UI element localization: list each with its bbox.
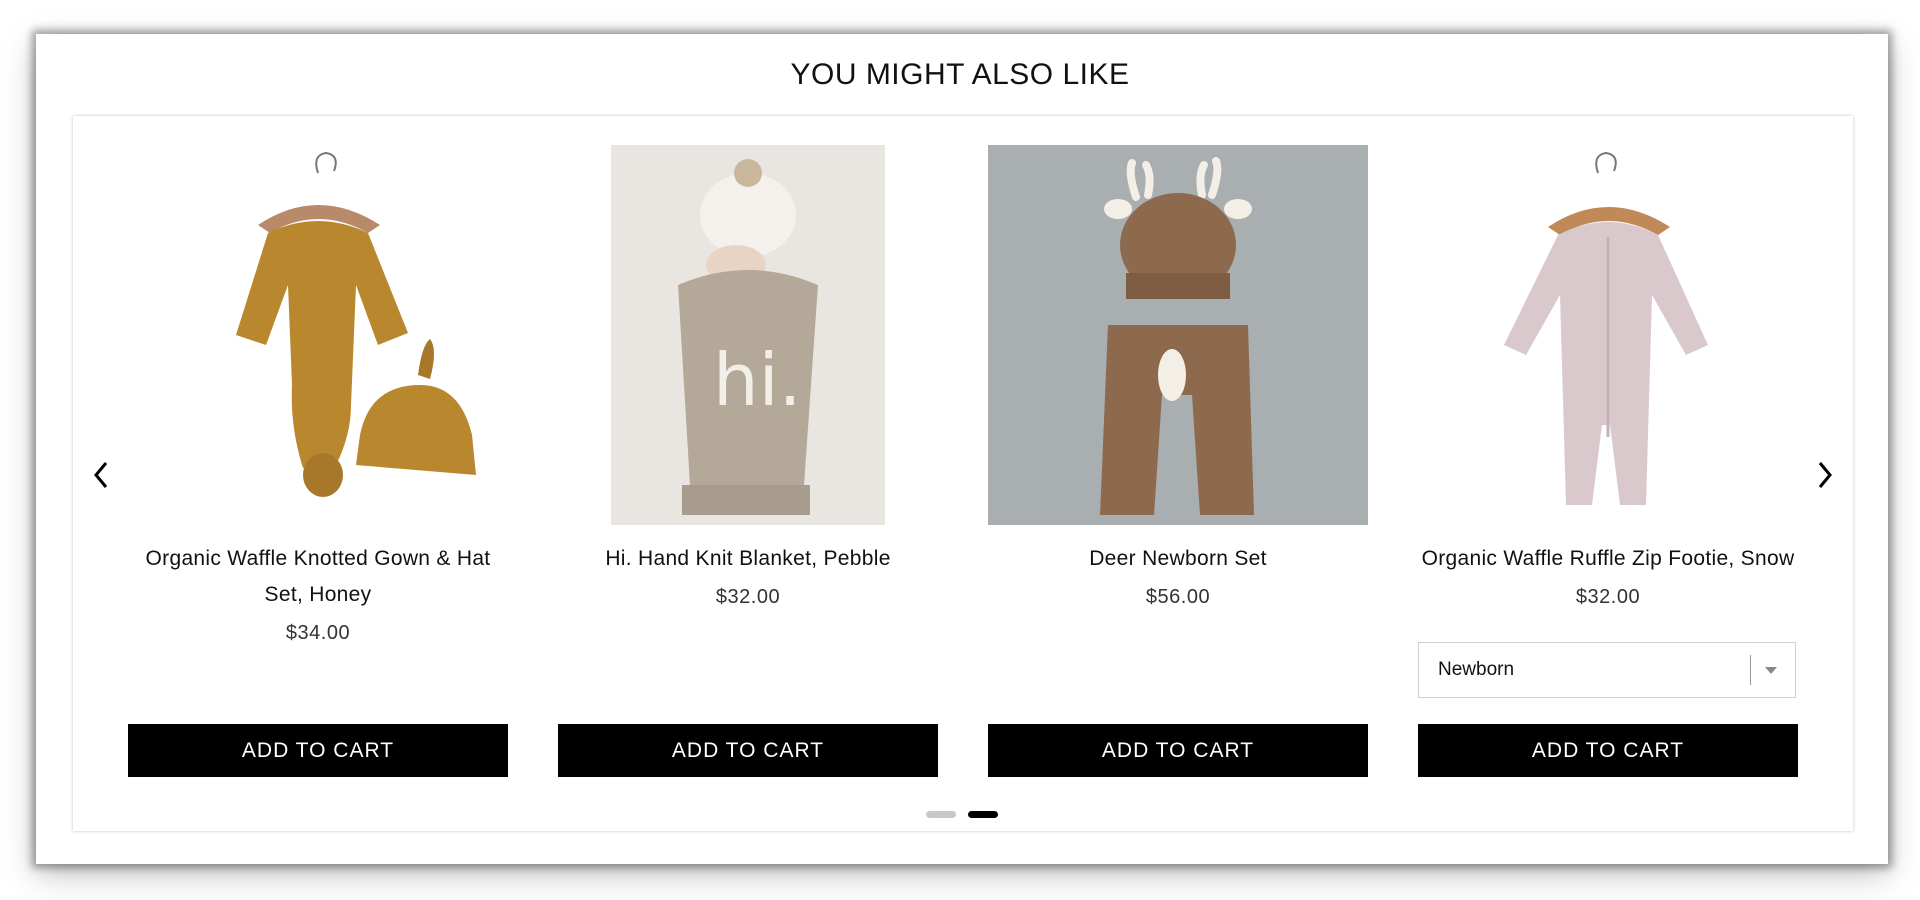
product-image[interactable]: hi. (558, 145, 938, 525)
svg-text:hi.: hi. (713, 338, 802, 422)
add-to-cart-button[interactable]: ADD TO CART (988, 724, 1368, 777)
product-price: $32.00 (1575, 586, 1641, 608)
select-divider (1750, 655, 1751, 685)
carousel-pagination (926, 811, 998, 818)
chevron-down-icon (1765, 666, 1777, 674)
product-card: hi. Hi. Hand Knit Blanket, Pebble $32.00… (558, 145, 938, 785)
product-card: Organic Waffle Ruffle Zip Footie, Snow $… (1418, 145, 1798, 785)
product-title[interactable]: Organic Waffle Ruffle Zip Footie, Snow (1418, 541, 1798, 577)
chevron-left-icon (94, 462, 108, 488)
product-price: $34.00 (285, 622, 351, 644)
product-image[interactable] (128, 145, 508, 525)
size-select-value: Newborn (1438, 659, 1515, 680)
section-title: YOU MIGHT ALSO LIKE (790, 58, 1130, 91)
product-title[interactable]: Hi. Hand Knit Blanket, Pebble (558, 541, 938, 577)
product-image[interactable] (1418, 145, 1798, 525)
product-title[interactable]: Deer Newborn Set (988, 541, 1368, 577)
product-card: Organic Waffle Knotted Gown & Hat Set, H… (128, 145, 508, 785)
product-title[interactable]: Organic Waffle Knotted Gown & Hat Set, H… (128, 541, 508, 613)
product-image[interactable] (988, 145, 1368, 525)
product-price: $56.00 (1145, 586, 1211, 608)
product-price: $32.00 (715, 586, 781, 608)
add-to-cart-button[interactable]: ADD TO CART (128, 724, 508, 777)
product-card: Deer Newborn Set $56.00 ADD TO CART (988, 145, 1368, 785)
carousel-next-button[interactable] (1810, 455, 1840, 495)
chevron-right-icon (1818, 462, 1832, 488)
carousel-dot-2[interactable] (968, 811, 998, 818)
add-to-cart-button[interactable]: ADD TO CART (1418, 724, 1798, 777)
carousel-dot-1[interactable] (926, 811, 956, 818)
carousel-prev-button[interactable] (86, 455, 116, 495)
size-select[interactable]: Newborn (1418, 642, 1796, 698)
add-to-cart-button[interactable]: ADD TO CART (558, 724, 938, 777)
